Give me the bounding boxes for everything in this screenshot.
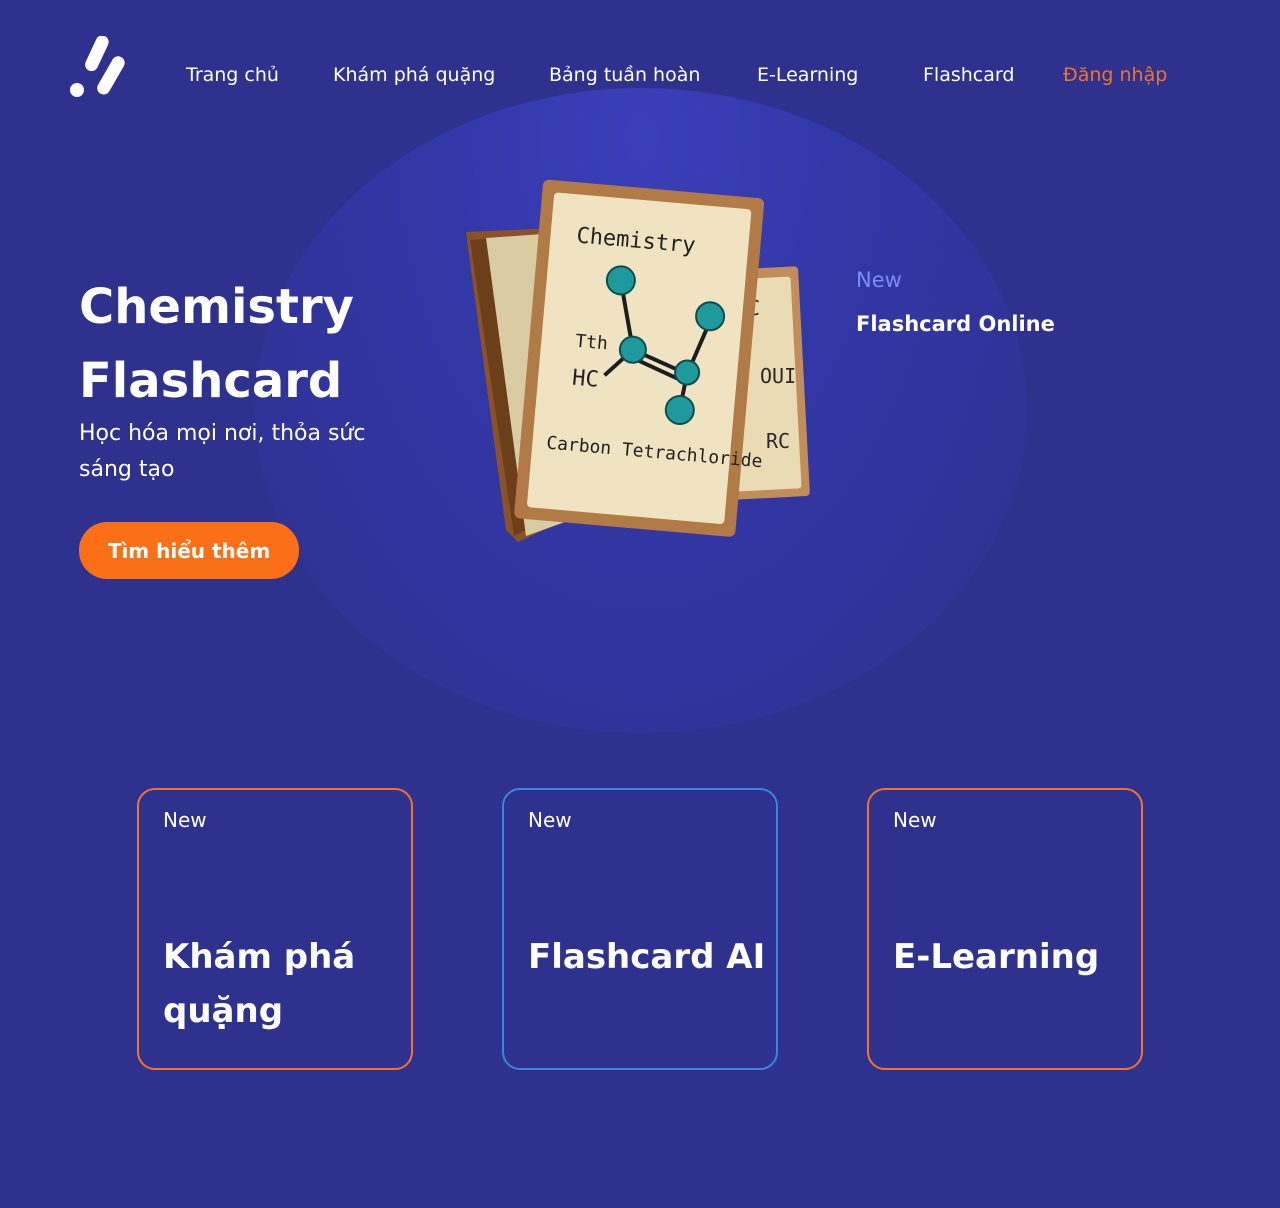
card-new-badge: New [163,808,207,832]
side-title-flashcard-online[interactable]: Flashcard Online [856,312,1055,336]
hero-subtitle: Học hóa mọi nơi, thỏa sức sáng tạo [79,421,366,482]
nav-item-explore-ores[interactable]: Khám phá quặng [333,62,495,88]
side-fragment-3: RC [766,429,790,453]
nav-item-elearning[interactable]: E-Learning [757,62,858,88]
card-elearning[interactable]: New E-Learning [867,788,1143,1070]
card-new-badge: New [893,808,937,832]
card-title: E-Learning [893,937,1100,977]
flashcard-book-illustration: C OUI RC Chemistry Tth HC Carbon Tetrach… [466,179,810,542]
nav-item-flashcard[interactable]: Flashcard [923,62,1014,88]
card-new-badge: New [528,808,572,832]
side-fragment-2: OUI [760,364,796,388]
learn-more-button[interactable]: Tìm hiểu thêm [79,522,299,579]
brand-logo[interactable] [68,36,126,100]
label-tth: Tth [574,331,608,355]
card-flashcard-ai[interactable]: New Flashcard AI [502,788,778,1070]
login-link[interactable]: Đăng nhập [1063,62,1167,88]
card-title: Flashcard AI [528,937,766,977]
card-explore-ores[interactable]: New Khám phá quặng [137,788,413,1070]
nav-item-home[interactable]: Trang chủ [186,62,279,88]
hero-title-line-1: Chemistry [79,279,354,335]
label-hc: HC [571,366,600,393]
nav-item-periodic-table[interactable]: Bảng tuần hoàn [549,62,700,88]
hero-title-line-2: Flashcard [79,353,343,409]
card-title: Khám phá quặng [163,937,356,1031]
hero-title: Chemistry Flashcard [79,270,439,418]
side-new-badge: New [856,268,902,292]
